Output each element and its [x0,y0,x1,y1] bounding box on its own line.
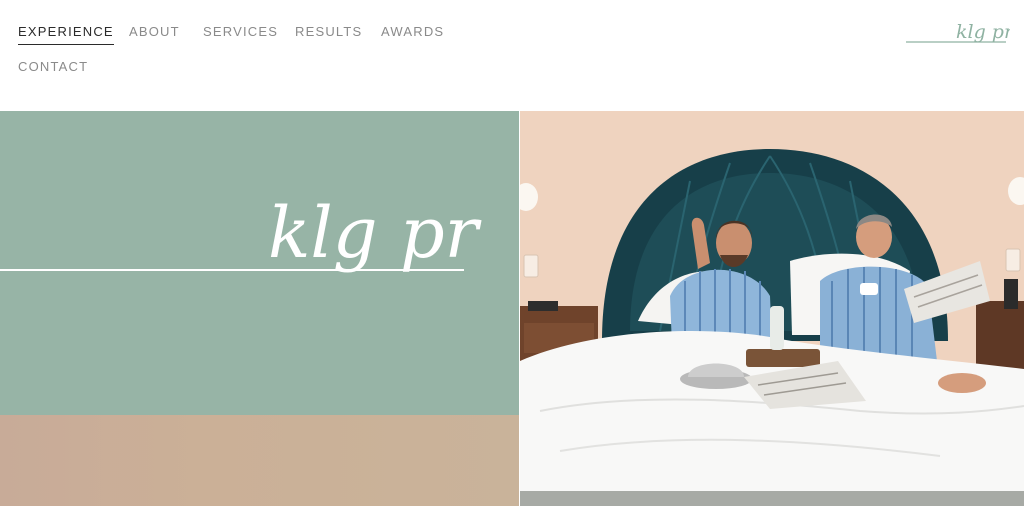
hero-logo: klg pr [0,192,482,274]
hero-photo [520,111,1024,491]
nav-awards[interactable]: AWARDS [381,24,444,39]
hero-photo-illustration [520,111,1024,491]
lower-image-strip [520,491,1024,506]
hero-logo-text: klg pr [268,192,482,274]
brand-logo[interactable]: klg pr [906,14,1010,46]
nav-results[interactable]: RESULTS [295,24,362,39]
nav-experience[interactable]: EXPERIENCE [18,24,114,45]
nav-contact[interactable]: CONTACT [18,59,88,74]
main-nav: EXPERIENCE ABOUT SERVICES RESULTS AWARDS… [0,0,1024,111]
nav-services[interactable]: SERVICES [203,24,278,39]
hero-logo-panel: klg pr [0,111,519,415]
nav-about[interactable]: ABOUT [129,24,180,39]
secondary-image-panel [0,415,519,506]
brand-logo-text: klg pr [956,21,1010,43]
